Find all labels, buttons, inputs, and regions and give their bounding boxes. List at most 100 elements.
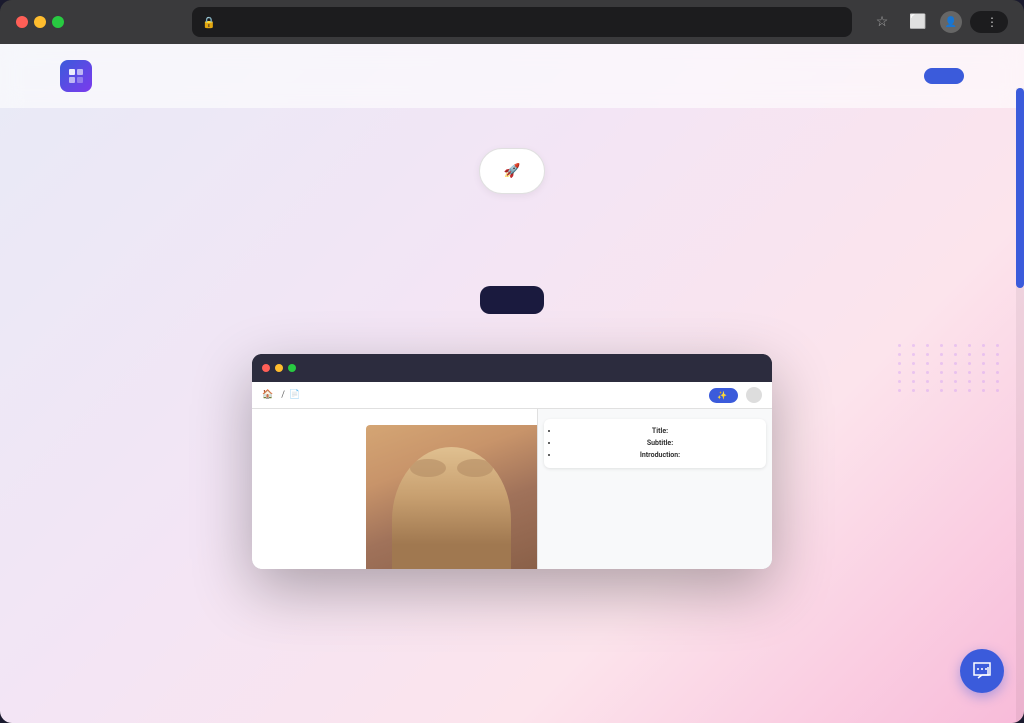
traffic-lights [16,16,64,28]
decorative-dot [926,344,929,347]
decorative-dot [996,389,999,392]
preview-document [252,409,538,569]
refresh-button[interactable] [148,8,176,36]
preview-chat: Title: Subtitle: Introduction: [538,409,772,569]
decorative-dot [940,362,943,365]
decorative-dot [940,389,943,392]
chat-bullet-3: Introduction: [559,451,761,461]
decorative-dot [912,389,915,392]
decorative-dots: // Generate dot grid const dotsContainer… [898,344,1004,392]
decorative-dot [968,353,971,356]
create-pres-icon: ✨ [717,391,727,400]
decorative-dot [968,362,971,365]
preview-file-icon: 📄 [289,390,300,400]
chat-bullet-list: Title: Subtitle: Introduction: [549,427,761,460]
chat-bullet-1: Title: [559,427,761,437]
browser-window: 🔒 ☆ ⬜ 👤 ⋮ [0,0,1024,723]
decorative-dot [996,371,999,374]
decorative-dot [982,371,985,374]
chrome-update-banner[interactable]: ⋮ [970,11,1008,33]
chat-bullet-2: Subtitle: [559,439,761,449]
minimize-button[interactable] [34,16,46,28]
avatar-icon: 👤 [945,17,957,28]
decorative-dot [954,389,957,392]
more-options-icon: ⋮ [986,15,998,29]
promo-banner[interactable]: 🚀 [479,148,546,194]
promo-emoji: 🚀 [504,163,521,179]
decorative-dot [898,371,901,374]
decorative-dot [996,353,999,356]
decorative-dot [898,362,901,365]
preview-breadcrumb: 🏠 / 📄 [262,390,304,400]
nav-buttons [880,68,964,84]
extensions-icon[interactable]: ⬜ [904,8,932,36]
decorative-dot [996,344,999,347]
try-free-button[interactable] [480,286,544,314]
browser-titlebar: 🔒 ☆ ⬜ 👤 ⋮ [0,0,1024,44]
browser-actions: ☆ ⬜ 👤 ⋮ [868,8,1008,36]
decorative-dot [996,380,999,383]
decorative-dot [926,353,929,356]
decorative-dot [940,353,943,356]
preview-header-bar: 🏠 / 📄 ✨ [252,382,772,409]
decorative-dot [982,344,985,347]
decorative-dot [996,362,999,365]
decorative-dot [912,344,915,347]
website-content: 🚀 🏠 / [0,44,1024,723]
decorative-dot [954,371,957,374]
create-presentation-button[interactable]: ✨ [709,388,738,403]
forward-button[interactable] [114,8,142,36]
decorative-dot [898,353,901,356]
preview-maximize-dot [288,364,296,372]
decorative-dot [954,380,957,383]
browser-navigation [80,8,176,36]
decorative-dot [954,344,957,347]
decorative-dot [982,389,985,392]
decorative-dot [940,344,943,347]
preview-image [366,425,537,569]
decorative-dot [940,371,943,374]
decorative-dot [968,380,971,383]
decorative-dot [968,344,971,347]
chat-float-button[interactable] [960,649,1004,693]
decorative-dot [926,380,929,383]
decorative-dot [926,371,929,374]
site-navigation [0,44,1024,108]
back-button[interactable] [80,8,108,36]
user-avatar[interactable]: 👤 [940,11,962,33]
decorative-dot [926,389,929,392]
bookmark-icon[interactable]: ☆ [868,8,896,36]
decorative-dot [954,353,957,356]
breadcrumb-separator: / [281,390,285,400]
maximize-button[interactable] [52,16,64,28]
decorative-dot [940,380,943,383]
decorative-dot [912,371,915,374]
decorative-dot [968,389,971,392]
scrollbar-thumb[interactable] [1016,88,1024,288]
address-bar[interactable]: 🔒 [192,7,852,37]
try-now-button[interactable] [924,68,964,84]
decorative-dot [982,362,985,365]
preview-close-dot [262,364,270,372]
decorative-dot [898,344,901,347]
lock-icon: 🔒 [202,16,216,29]
decorative-dot [912,380,915,383]
scrollbar-track [1016,88,1024,723]
preview-minimize-dot [275,364,283,372]
decorative-dot [954,362,957,365]
decorative-dot [912,362,915,365]
decorative-dot [926,362,929,365]
home-icon: 🏠 [262,390,273,400]
app-preview: 🏠 / 📄 ✨ [252,354,772,569]
decorative-dot [982,380,985,383]
user-profile-icon [746,387,762,403]
preview-chat-bubble: Title: Subtitle: Introduction: [544,419,766,467]
site-logo[interactable] [60,60,100,92]
hero-section: 🚀 🏠 / [0,108,1024,589]
close-button[interactable] [16,16,28,28]
login-button[interactable] [880,68,912,84]
logo-icon [60,60,92,92]
decorative-dot [898,389,901,392]
decorative-dot [982,353,985,356]
decorative-dot [912,353,915,356]
